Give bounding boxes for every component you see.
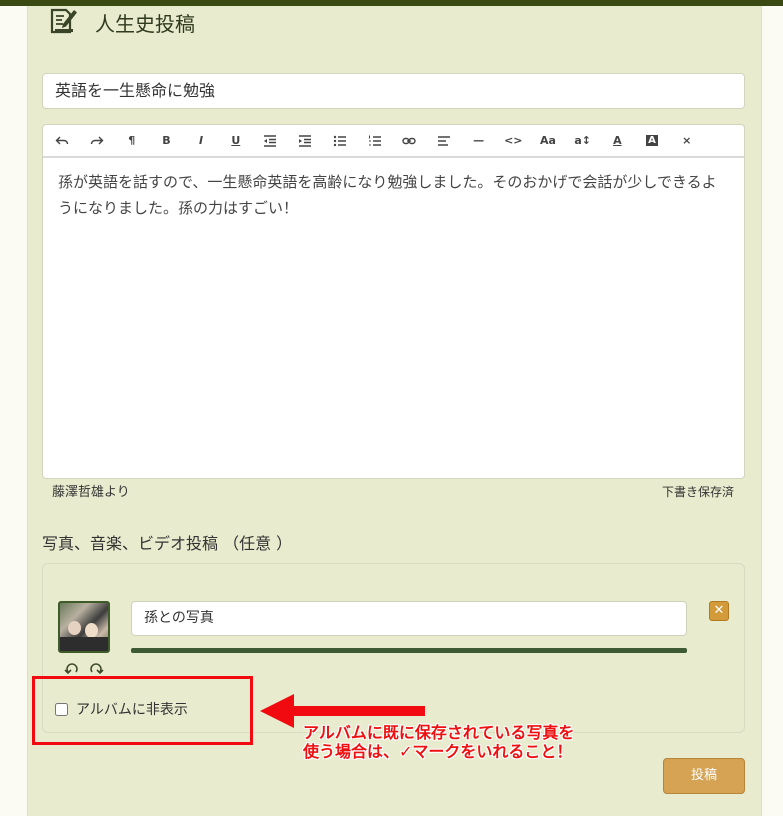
rich-text-editor[interactable]: ¶ B I U — <> Aa a↕ A A × 孫が英語を話すので、一生懸命英…	[42, 124, 745, 479]
link-icon[interactable]	[392, 124, 427, 157]
code-icon[interactable]: <>	[496, 124, 531, 157]
text-color-icon[interactable]: A	[600, 124, 635, 157]
align-icon[interactable]	[427, 124, 462, 157]
bullet-list-icon[interactable]	[323, 124, 358, 157]
edit-document-icon	[50, 8, 77, 34]
draft-status: 下書き保存済	[662, 485, 735, 499]
author-label: 藤澤哲雄より	[52, 485, 130, 500]
rotate-left-icon[interactable]	[64, 660, 80, 676]
indent-icon[interactable]	[288, 124, 323, 157]
bold-icon[interactable]: B	[149, 124, 184, 157]
page-title: 人生史投稿	[95, 12, 195, 36]
remove-photo-button[interactable]: ✕	[709, 601, 729, 621]
paragraph-icon[interactable]: ¶	[114, 124, 149, 157]
undo-icon[interactable]	[45, 124, 80, 157]
background-color-icon[interactable]: A	[635, 124, 670, 157]
photo-caption-field[interactable]: 孫との写真	[131, 601, 687, 636]
media-section-heading: 写真、音楽、ビデオ投稿 （任意 ）	[42, 534, 293, 553]
upload-progress-bar	[131, 648, 687, 653]
annotation-note: アルバムに既に保存されている写真を 使う場合は、✓マークをいれること！	[303, 723, 575, 761]
post-title-field[interactable]: 英語を一生懸命に勉強	[42, 73, 745, 109]
font-size-icon[interactable]: Aa	[531, 124, 566, 157]
clear-format-icon[interactable]: ×	[669, 124, 704, 157]
submit-post-button[interactable]: 投稿	[663, 758, 745, 794]
outdent-icon[interactable]	[253, 124, 288, 157]
highlight-box	[32, 676, 253, 745]
editor-content[interactable]: 孫が英語を話すので、一生懸命英語を高齢になり勉強しました。そのおかげで会話が少し…	[43, 158, 744, 232]
numbered-list-icon[interactable]	[357, 124, 392, 157]
rotate-right-icon[interactable]	[88, 660, 104, 676]
line-height-icon[interactable]: a↕	[565, 124, 600, 157]
italic-icon[interactable]: I	[184, 124, 219, 157]
upload-progress-fill	[131, 648, 687, 653]
horizontal-rule-icon[interactable]: —	[461, 124, 496, 157]
background-color-label: A	[646, 135, 658, 146]
underline-icon[interactable]: U	[218, 124, 253, 157]
editor-toolbar: ¶ B I U — <> Aa a↕ A A ×	[43, 125, 744, 158]
photo-thumbnail[interactable]	[58, 601, 110, 653]
redo-icon[interactable]	[80, 124, 115, 157]
